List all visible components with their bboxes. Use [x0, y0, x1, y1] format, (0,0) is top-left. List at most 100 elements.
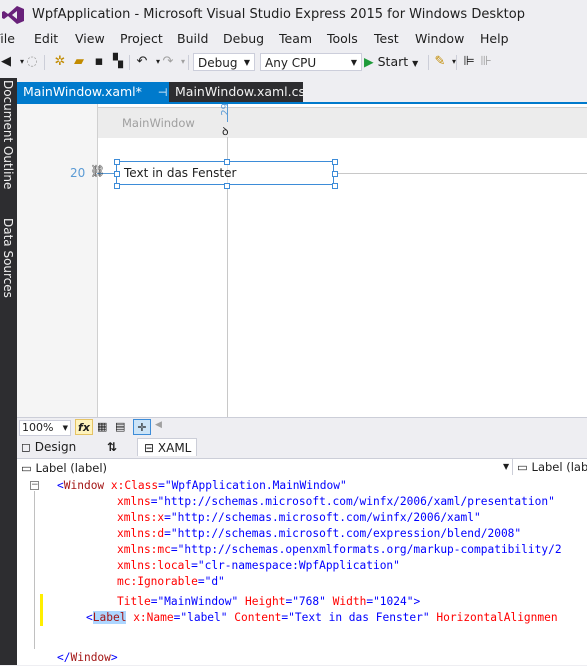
pin-icon[interactable]: ⊣: [158, 86, 168, 99]
designer-window-titlebar: MainWindow: [98, 107, 587, 138]
menu-team[interactable]: Team: [279, 31, 312, 46]
toolbar-separator: [44, 55, 45, 70]
menu-debug[interactable]: Debug: [223, 31, 264, 46]
solution-platform-value: Any CPU: [265, 56, 317, 70]
scroll-left-icon[interactable]: ◀: [155, 420, 162, 430]
anchor-left-icon[interactable]: ⛓: [90, 164, 105, 178]
label-element-icon: ▭: [517, 460, 528, 474]
resize-handle[interactable]: [332, 171, 338, 177]
tab-label: MainWindow.xaml.cs: [175, 84, 306, 99]
zoom-value: 100%: [22, 421, 54, 434]
outline-guide: [34, 491, 35, 649]
swap-panes-icon[interactable]: ⇅: [107, 438, 117, 456]
new-project-icon[interactable]: ✲: [52, 54, 68, 70]
member-selector[interactable]: ▭ Label (lab: [512, 459, 587, 475]
tab-mainwindow-xaml[interactable]: MainWindow.xaml* ⊣ ✕: [17, 82, 189, 102]
toolbar-separator: [188, 55, 189, 70]
menu-project[interactable]: Project: [120, 31, 163, 46]
side-panel-strip: Document Outline Data Sources: [0, 78, 17, 665]
effects-toggle-icon[interactable]: fx: [75, 419, 93, 435]
title-bar: WpfApplication - Microsoft Visual Studio…: [0, 0, 587, 30]
resize-handle[interactable]: [114, 159, 120, 165]
code-line-7: mc:Ignorable="d": [117, 575, 225, 588]
design-tab[interactable]: ◻ Design: [21, 438, 76, 456]
standard-toolbar: ◀ ▾ ◌ ✲ ▰ ▪ ▚ ↶ ▾ ↷ ▾ Debug ▼ Any CPU ▼ …: [0, 50, 587, 76]
code-line-5: xmlns:mc="http://schemas.openxmlformats.…: [117, 543, 562, 556]
member-selector-label: Label (lab: [531, 460, 587, 474]
resize-handle[interactable]: [332, 159, 338, 165]
snap-gridlines-icon[interactable]: ▤: [115, 420, 125, 433]
play-icon: ▶: [364, 54, 374, 69]
code-line-8: Title="MainWindow" Height="768" Width="1…: [117, 595, 421, 608]
undo-icon[interactable]: ↶: [134, 54, 150, 70]
code-line-1: <Window x:Class="WpfApplication.MainWind…: [57, 479, 347, 492]
menu-help[interactable]: Help: [480, 31, 509, 46]
xaml-tab[interactable]: ⊟ XAML: [137, 438, 197, 456]
element-selector-label: Label (label): [35, 461, 107, 475]
resize-handle[interactable]: [114, 183, 120, 189]
zoom-dropdown[interactable]: 100% ▼: [19, 420, 71, 436]
collapse-region-icon[interactable]: −: [30, 481, 39, 490]
menu-tools[interactable]: Tools: [327, 31, 358, 46]
chevron-down-icon: ▼: [243, 58, 250, 67]
chevron-down-icon: ▼: [412, 59, 419, 68]
navigate-back-icon[interactable]: ◀: [0, 54, 14, 70]
menu-build[interactable]: Build: [177, 31, 208, 46]
horizontal-guide-line: [335, 173, 587, 174]
element-selector[interactable]: ▭ Label (label): [21, 461, 107, 475]
snap-snaplines-icon[interactable]: ✛: [133, 419, 151, 435]
resize-handle[interactable]: [114, 171, 120, 177]
solution-configuration-value: Debug: [198, 56, 238, 70]
anchor-top-icon[interactable]: ꝺ: [222, 124, 229, 139]
menu-test[interactable]: Test: [374, 31, 399, 46]
design-tab-label: Design: [34, 440, 77, 454]
menu-view[interactable]: View: [75, 31, 105, 46]
code-line-9: <Label x:Name="label" Content="Text in d…: [86, 611, 558, 624]
align-icon[interactable]: ⊫: [461, 54, 477, 70]
code-line-3: xmlns:x="http://schemas.microsoft.com/wi…: [117, 511, 481, 524]
grid-icon[interactable]: ▦: [97, 420, 107, 433]
solution-configuration-dropdown[interactable]: Debug ▼: [193, 53, 255, 71]
attach-dropdown-icon[interactable]: ▾: [446, 54, 462, 70]
top-margin-value[interactable]: 29: [220, 103, 231, 116]
solution-platform-dropdown[interactable]: Any CPU ▼: [260, 53, 362, 71]
code-line-11: </Window>: [57, 651, 118, 664]
chevron-down-icon: ▼: [62, 424, 68, 432]
menu-edit[interactable]: Edit: [34, 31, 58, 46]
save-all-icon[interactable]: ▚: [110, 54, 126, 70]
toolbar-separator: [456, 55, 457, 70]
designer-label-text[interactable]: Text in das Fenster: [124, 166, 236, 180]
modified-lines-indicator: [40, 594, 43, 626]
navigate-forward-icon[interactable]: ◌: [24, 54, 40, 70]
xaml-icon: ⊟: [144, 441, 155, 455]
element-breadcrumb-bar: ▭ Label (label) ▼ ▭ Label (lab: [17, 458, 587, 478]
format-icon[interactable]: ⊪: [478, 54, 494, 70]
menu-window[interactable]: Window: [415, 31, 464, 46]
data-sources-tab[interactable]: Data Sources: [1, 218, 15, 298]
xaml-tab-label: XAML: [157, 441, 192, 455]
window-artboard[interactable]: [97, 104, 587, 417]
tab-mainwindow-xaml-cs[interactable]: MainWindow.xaml.cs: [169, 82, 306, 102]
document-tab-strip: MainWindow.xaml* ⊣ ✕ MainWindow.xaml.cs: [17, 79, 587, 102]
menu-file[interactable]: File: [0, 31, 15, 46]
open-file-icon[interactable]: ▰: [71, 54, 87, 70]
document-outline-tab[interactable]: Document Outline: [1, 80, 15, 189]
resize-handle[interactable]: [224, 159, 230, 165]
resize-handle[interactable]: [224, 183, 230, 189]
redo-icon[interactable]: ↷: [160, 54, 176, 70]
view-switcher: ◻ Design ⇅ ⊟ XAML: [17, 437, 587, 457]
window-title: WpfApplication - Microsoft Visual Studio…: [32, 7, 525, 22]
code-line-2: xmlns="http://schemas.microsoft.com/winf…: [117, 495, 555, 508]
toolbar-separator: [428, 55, 429, 70]
start-button-label: Start: [377, 54, 409, 69]
resize-handle[interactable]: [332, 183, 338, 189]
left-margin-value[interactable]: 20: [70, 166, 85, 180]
tab-label: MainWindow.xaml*: [23, 84, 142, 99]
start-button[interactable]: ▶ Start ▼: [364, 53, 426, 71]
design-icon: ◻: [21, 440, 31, 454]
chevron-down-icon[interactable]: ▼: [503, 462, 509, 471]
designer-zoom-bar: 100% ▼ fx ▦ ▤ ✛ ◀: [17, 417, 587, 438]
toolbar-separator: [129, 55, 130, 70]
save-icon[interactable]: ▪: [91, 54, 107, 70]
code-line-4: xmlns:d="http://schemas.microsoft.com/ex…: [117, 527, 522, 540]
